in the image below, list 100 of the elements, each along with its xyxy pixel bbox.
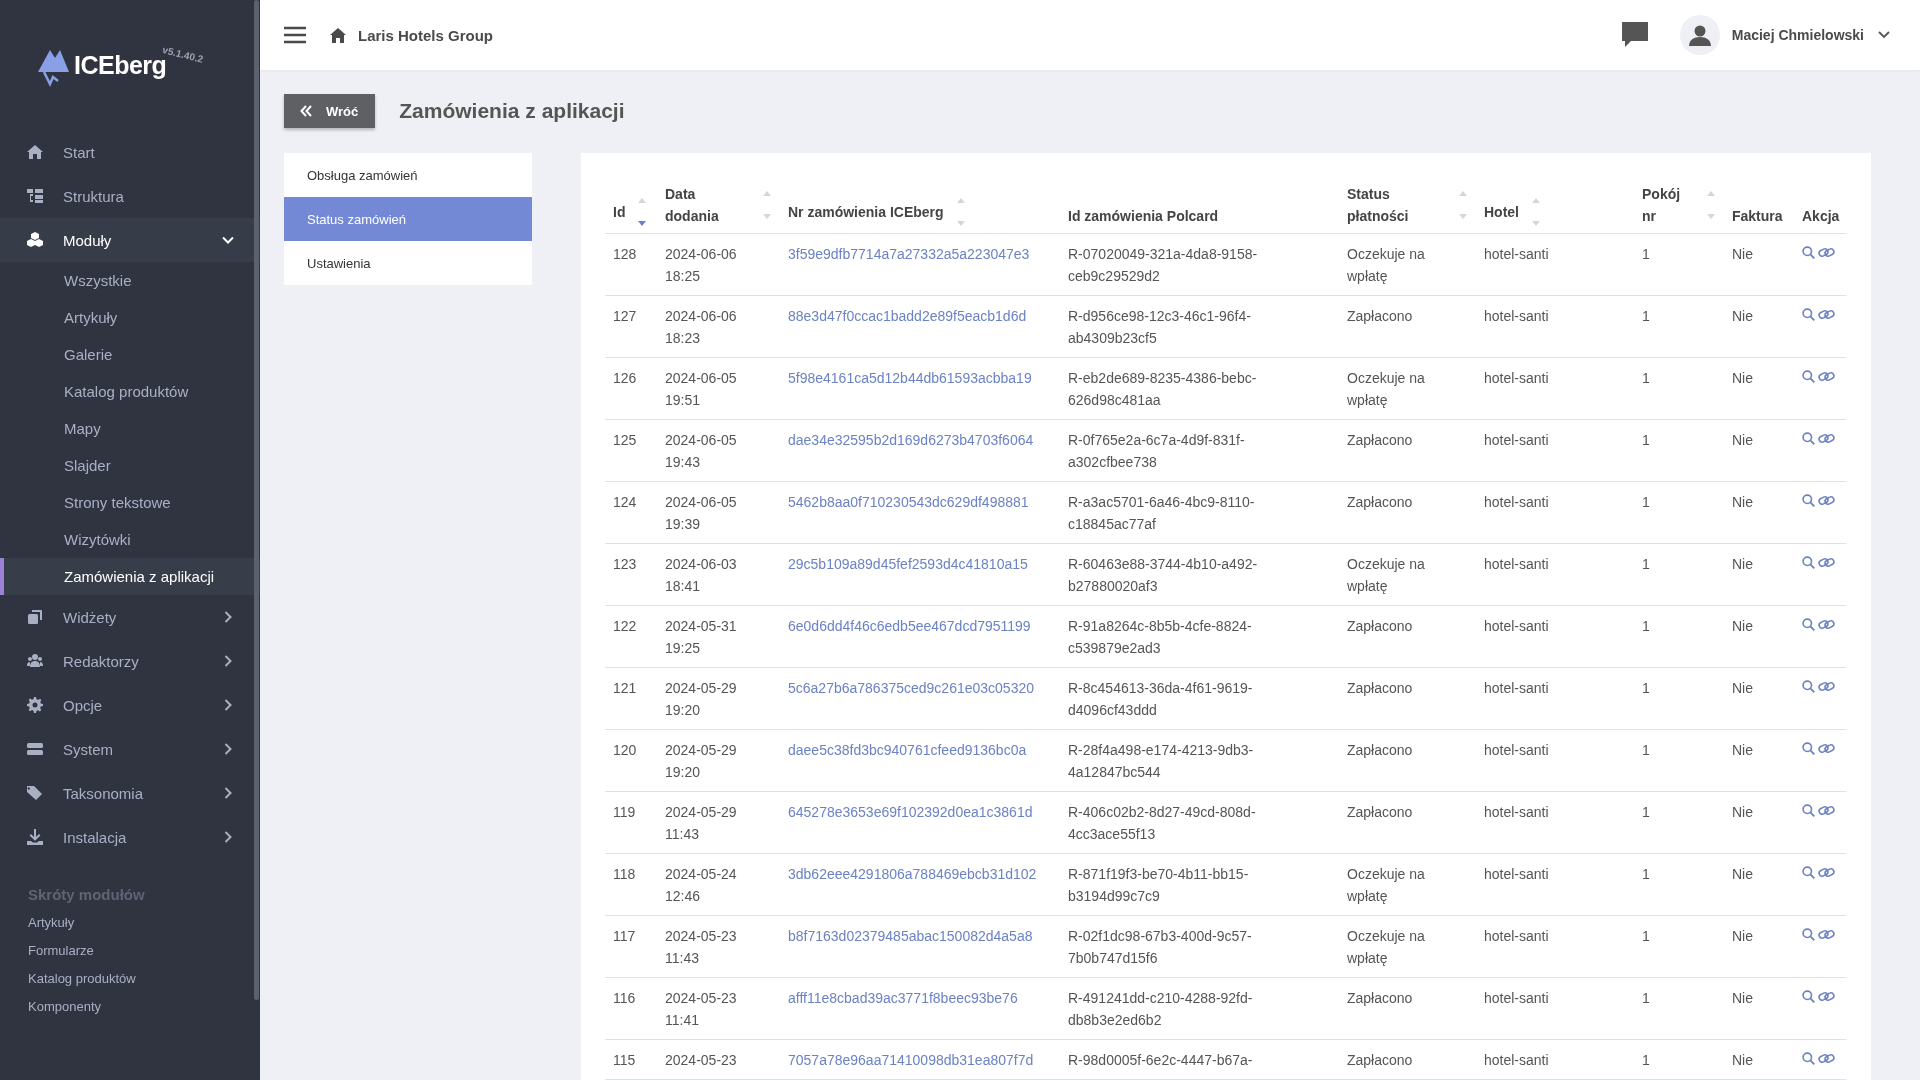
column-header[interactable]: Data dodania [665, 183, 750, 227]
search-icon[interactable] [1802, 494, 1815, 507]
shortcut-link[interactable]: Artykuły [28, 909, 75, 937]
cubes-icon [27, 232, 43, 248]
nav-item[interactable]: Opcje [0, 683, 260, 727]
submenu-item[interactable]: Strony tekstowe [0, 484, 260, 521]
submenu-item[interactable]: Artykuły [0, 299, 260, 336]
order-link[interactable]: daee5c38fd3bc940761cfeed9136bc0a [788, 742, 1027, 758]
nav-item[interactable]: Moduły [0, 218, 260, 262]
shortcut-link[interactable]: Komponenty [28, 993, 101, 1021]
submenu-item[interactable]: Wszystkie [0, 262, 260, 299]
back-button[interactable]: Wróć [284, 94, 376, 128]
search-icon[interactable] [1802, 990, 1815, 1003]
submenu-item[interactable]: Mapy [0, 410, 260, 447]
link-icon[interactable] [1818, 742, 1835, 755]
order-link[interactable]: 29c5b109a89d45fef2593d4c41810a15 [788, 556, 1028, 572]
id-cell: 121 [613, 680, 637, 696]
order-link[interactable]: 645278e3653e69f102392d0ea1c3861d [788, 804, 1033, 820]
order-link[interactable]: 5462b8aa0f710230543dc629df498881 [788, 494, 1029, 510]
column-header[interactable]: Hotel [1484, 201, 1519, 223]
search-icon[interactable] [1802, 742, 1815, 755]
column-header[interactable]: Id [613, 201, 626, 223]
gear-icon [27, 697, 43, 713]
hotel-cell: hotel-santi [1484, 246, 1549, 262]
submenu-item[interactable]: Katalog produktów [0, 373, 260, 410]
link-icon[interactable] [1818, 246, 1835, 259]
menu-button[interactable] [284, 26, 306, 44]
search-icon[interactable] [1802, 680, 1815, 693]
hotel-cell: hotel-santi [1484, 742, 1549, 758]
link-icon[interactable] [1818, 370, 1835, 383]
order-link[interactable]: 3f59e9dfb7714a7a27332a5a223047e3 [788, 246, 1030, 262]
column-header: Faktura [1732, 208, 1783, 224]
link-icon[interactable] [1818, 556, 1835, 569]
nav-item[interactable]: Start [0, 130, 260, 174]
nav-item[interactable]: Instalacja [0, 815, 260, 859]
search-icon[interactable] [1802, 370, 1815, 383]
messages-button[interactable] [1619, 20, 1650, 50]
id-cell: 128 [613, 246, 637, 262]
polcard-id-cell-text: R-98d0005f-6e2c-4447-b67a- [1068, 1051, 1254, 1070]
column-header[interactable]: Pokój nr [1642, 183, 1694, 227]
order-link[interactable]: 5c6a27b6a786375ced9c261e03c05320 [788, 680, 1034, 696]
order-link[interactable]: 3db62eee4291806a788469ebcb31d102 [788, 866, 1037, 882]
link-icon[interactable] [1818, 804, 1835, 817]
date-cell: 2024-06-03 18:41 [665, 556, 737, 594]
order-link[interactable]: b8f7163d02379485abac150082d4a5a8 [788, 928, 1033, 944]
search-icon[interactable] [1802, 618, 1815, 631]
search-icon[interactable] [1802, 308, 1815, 321]
link-icon[interactable] [1818, 990, 1835, 1003]
link-icon[interactable] [1818, 494, 1835, 507]
invoice-cell: Nie [1732, 308, 1753, 324]
order-link[interactable]: dae34e32595b2d169d6273b4703f6064 [788, 432, 1034, 448]
search-icon[interactable] [1802, 246, 1815, 259]
hotel-cell: hotel-santi [1484, 866, 1549, 882]
search-icon[interactable] [1802, 1052, 1815, 1065]
nav-item[interactable]: Widżety [0, 595, 260, 639]
order-link[interactable]: afff11e8cbad39ac3771f8beec93be76 [788, 990, 1018, 1006]
link-icon[interactable] [1818, 866, 1835, 879]
nav-item[interactable]: Taksonomia [0, 771, 260, 815]
link-icon[interactable] [1818, 308, 1835, 321]
payment-status-cell-text: Zapłacono [1347, 617, 1414, 636]
invoice-cell: Nie [1732, 246, 1753, 262]
search-icon[interactable] [1802, 804, 1815, 817]
user-name[interactable]: Maciej Chmielowski [1731, 27, 1864, 43]
link-icon[interactable] [1818, 618, 1835, 631]
shortcut-link[interactable]: Katalog produktów [28, 965, 136, 993]
submenu-item[interactable]: Wizytówki [0, 521, 260, 558]
nav-item[interactable]: Struktura [0, 174, 260, 218]
search-icon[interactable] [1802, 866, 1815, 879]
column-header[interactable]: Status płatności [1347, 183, 1446, 227]
invoice-cell: Nie [1732, 432, 1753, 448]
payment-status-cell-text: Zapłacono [1347, 493, 1414, 512]
order-link[interactable]: 88e3d47f0ccac1badd2e89f5eacb1d6d [788, 308, 1027, 324]
search-icon[interactable] [1802, 556, 1815, 569]
link-icon[interactable] [1818, 928, 1835, 941]
submenu-item[interactable]: Slajder [0, 447, 260, 484]
avatar[interactable] [1679, 15, 1720, 55]
submenu-item[interactable]: Zamówienia z aplikacji [0, 558, 260, 595]
subnav-item[interactable]: Status zamówień [284, 197, 532, 241]
order-link[interactable]: 5f98e4161ca5d12b44db61593acbba19 [788, 370, 1032, 386]
id-cell: 126 [613, 370, 637, 386]
nav-item[interactable]: System [0, 727, 260, 771]
link-icon[interactable] [1818, 1052, 1835, 1065]
search-icon[interactable] [1802, 432, 1815, 445]
shortcut-link[interactable]: Formularze [28, 937, 94, 965]
payment-status-cell-text: Zapłacono [1347, 679, 1414, 698]
subnav-item[interactable]: Ustawienia [284, 241, 532, 285]
room-cell: 1 [1642, 1052, 1650, 1068]
submenu-item[interactable]: Galerie [0, 336, 260, 373]
nav-item[interactable]: Redaktorzy [0, 639, 260, 683]
sort-arrows-icon[interactable] [637, 197, 648, 227]
subnav-item[interactable]: Obsługa zamówień [284, 153, 532, 197]
order-link[interactable]: 6e0d6dd4f46c6edb5ee467dcd7951199 [788, 618, 1031, 634]
scrollbar[interactable] [254, 0, 259, 1000]
column-header[interactable]: Nr zamówienia ICEberg [788, 201, 944, 223]
search-icon[interactable] [1802, 928, 1815, 941]
link-icon[interactable] [1818, 680, 1835, 693]
payment-status-cell-text: Zapłacono [1347, 307, 1414, 326]
link-icon[interactable] [1818, 432, 1835, 445]
hotel-cell: hotel-santi [1484, 432, 1549, 448]
order-link[interactable]: 7057a78e96aa71410098db31ea807f7d [788, 1052, 1034, 1068]
